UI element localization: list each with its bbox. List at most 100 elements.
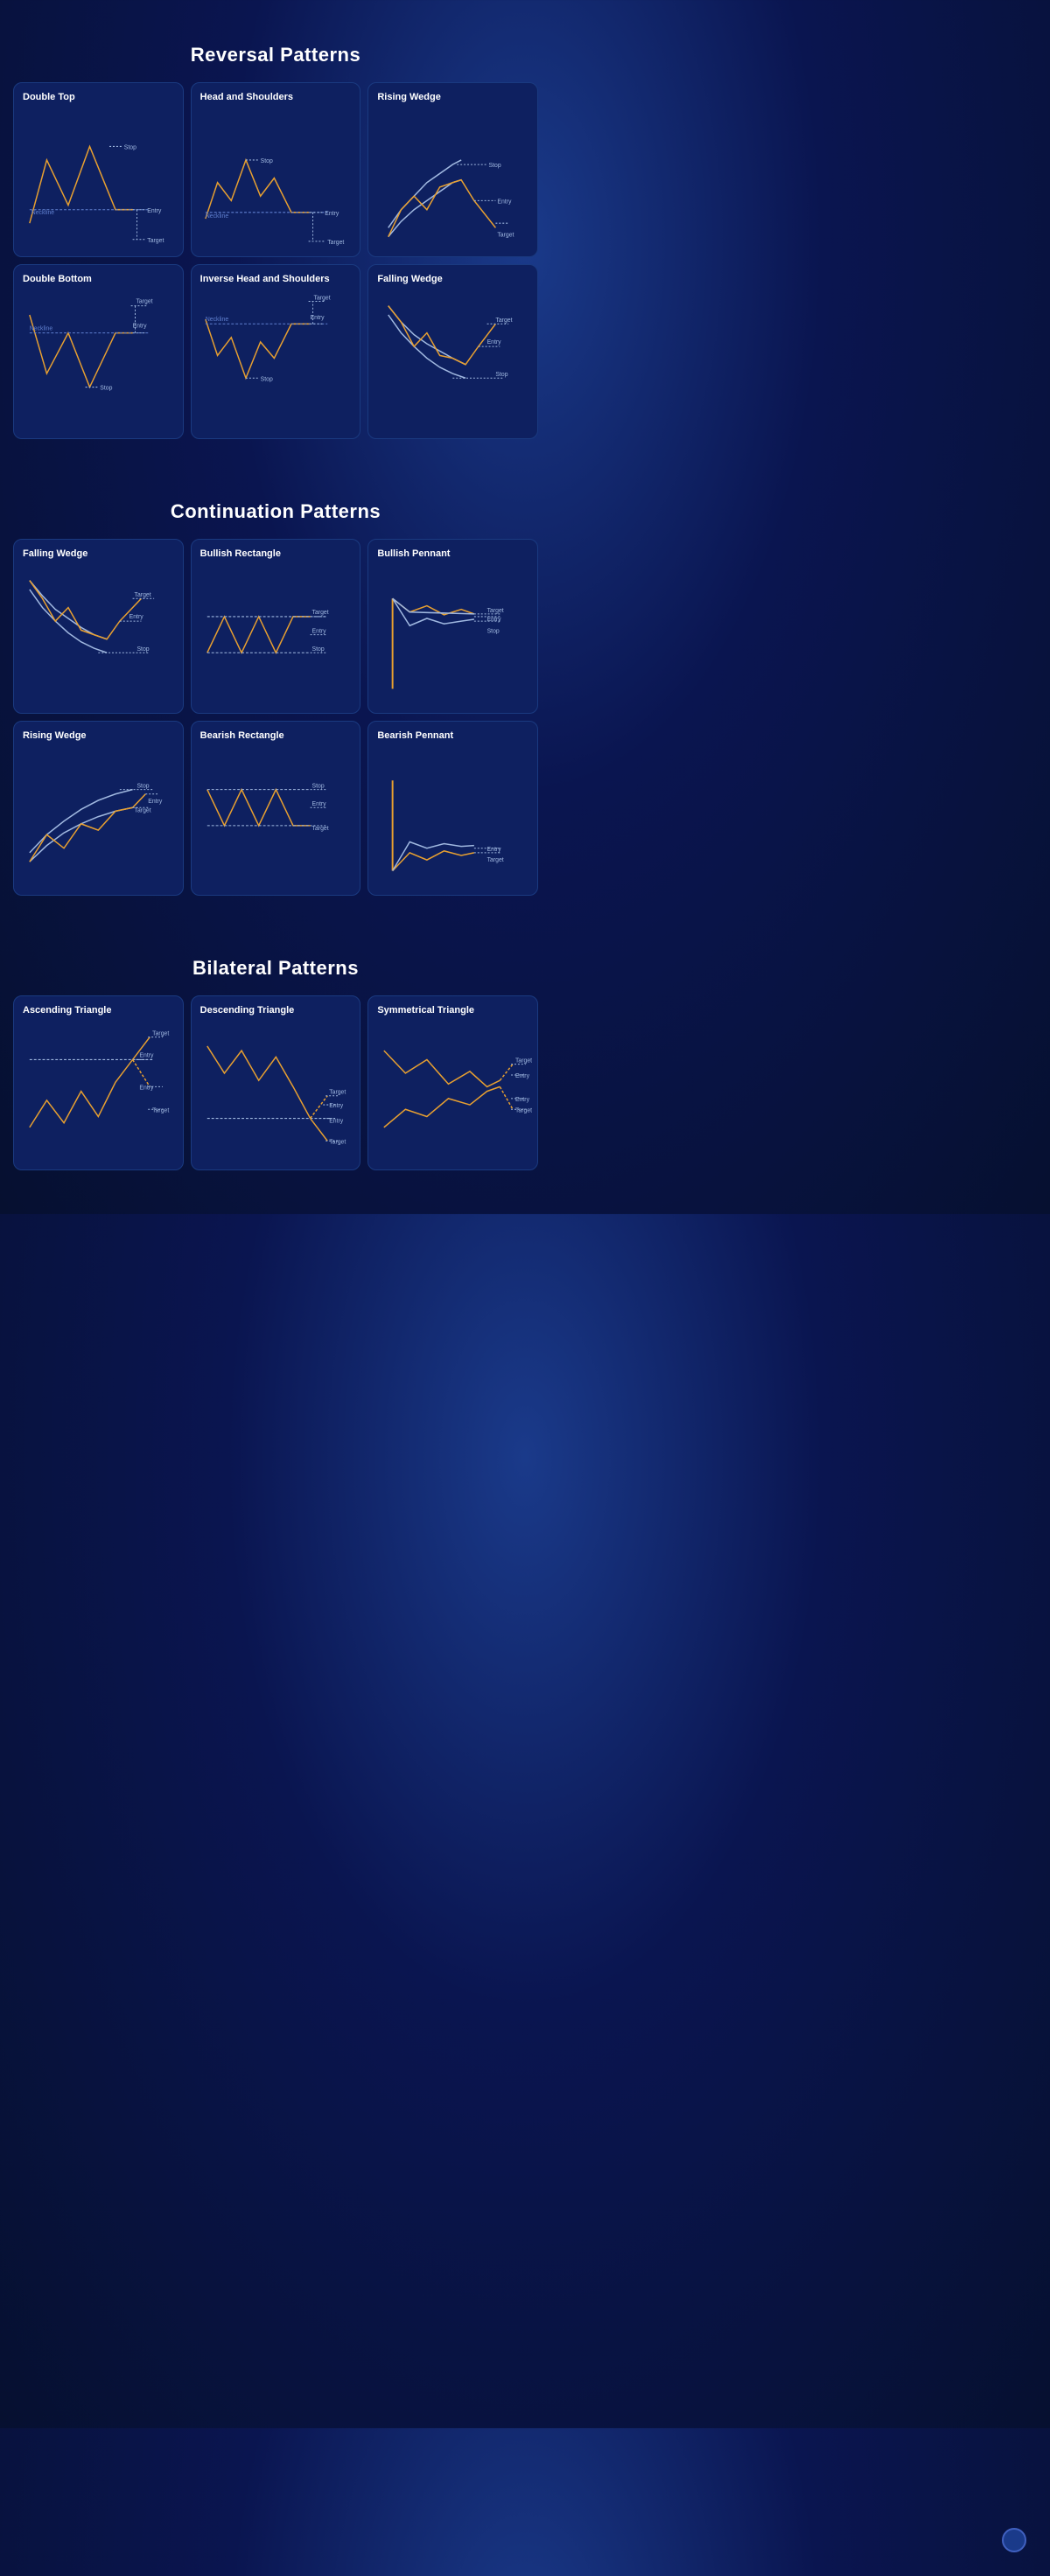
svg-text:Target: Target [136,298,153,304]
svg-text:Stop: Stop [100,386,112,392]
card-title-bearish-rectangle: Bearish Rectangle [199,730,354,741]
svg-text:Target: Target [313,295,330,301]
card-title-falling-wedge-rev: Falling Wedge [375,274,530,284]
card-title-symmetrical-triangle: Symmetrical Triangle [375,1005,530,1016]
svg-text:Entry: Entry [147,208,161,214]
pattern-card-bearish-rectangle: Bearish Rectangle Stop Entry Target [191,721,361,896]
svg-text:Target: Target [496,318,513,324]
svg-text:Target: Target [135,592,151,598]
svg-text:Neckline: Neckline [206,317,228,323]
svg-text:Entry: Entry [515,1073,529,1079]
svg-text:Entry: Entry [325,211,339,217]
pattern-card-double-top: Double Top Neckline Entry Stop Target [13,82,184,257]
svg-text:Target: Target [515,1107,532,1113]
svg-text:Target: Target [487,608,504,614]
card-title-descending-triangle: Descending Triangle [199,1005,354,1016]
svg-text:Neckline: Neckline [32,210,54,216]
pattern-card-rising-wedge-cont: Rising Wedge Stop Target Entry [13,721,184,896]
svg-text:Entry: Entry [130,614,144,620]
section-title-2: Bilateral Patterns [13,957,538,980]
svg-text:Entry: Entry [487,847,501,853]
pattern-card-head-shoulders: Head and Shoulders Neckline Stop Entry Targe… [191,82,361,257]
card-title-bullish-pennant: Bullish Pennant [375,548,530,559]
pattern-card-double-bottom: Double BottomNecklineEntryStopTarget [13,264,184,439]
pattern-grid-1: Falling WedgeStopEntryTargetBullish Rect… [13,539,538,896]
card-title-double-bottom: Double Bottom [21,274,176,284]
chart-area-double-bottom: NecklineEntryStopTarget [21,288,176,428]
svg-text:Stop: Stop [260,376,272,382]
pattern-card-falling-wedge-rev: Falling Wedge Stop Entry Target [368,264,538,439]
svg-text:Target: Target [329,1139,346,1145]
chart-area-descending-triangle: Target Entry Entry Target [199,1019,354,1159]
svg-text:Entry: Entry [329,1119,343,1125]
chart-area-bearish-pennant: Entry Target [375,744,530,884]
card-title-rising-wedge-cont: Rising Wedge [21,730,176,741]
svg-text:Entry: Entry [148,799,162,805]
chart-area-bullish-pennant: Target Entry Stop [375,562,530,702]
svg-text:Target: Target [147,238,164,244]
svg-text:Entry: Entry [515,1097,529,1103]
svg-text:Stop: Stop [312,783,324,789]
pattern-card-bullish-rectangle: Bullish Rectangle Target Entry Stop [191,539,361,714]
svg-text:Stop: Stop [136,783,149,789]
chart-area-double-top: Neckline Entry Stop Target [21,106,176,246]
svg-text:Target: Target [312,826,328,832]
chart-area-bearish-rectangle: Stop Entry Target [199,744,354,884]
svg-text:Entry: Entry [487,617,501,623]
svg-text:Stop: Stop [487,628,500,634]
svg-text:Entry: Entry [312,801,326,807]
svg-text:Neckline: Neckline [206,213,228,220]
pattern-card-rising-wedge-rev: Rising Wedge Stop Entry Target [368,82,538,257]
svg-text:Stop: Stop [496,372,508,378]
chart-area-inv-head-shoulders: NecklineStopEntryTarget [199,288,354,428]
svg-text:Entry: Entry [312,628,326,634]
pattern-card-falling-wedge-cont: Falling Wedge Stop Entry Target [13,539,184,714]
svg-text:Target: Target [135,807,151,813]
pattern-card-symmetrical-triangle: Symmetrical TriangleTargetEntryEntryTarg… [368,995,538,1170]
svg-text:Entry: Entry [329,1103,343,1109]
pattern-grid-2: Ascending TriangleTargetEntryEntryTarget… [13,995,538,1170]
pattern-card-bullish-pennant: Bullish Pennant Target Entry Stop [368,539,538,714]
chart-area-falling-wedge-rev: Stop Entry Target [375,288,530,428]
svg-text:Stop: Stop [124,144,136,150]
chart-area-rising-wedge-cont: Stop Target Entry [21,744,176,884]
card-title-bearish-pennant: Bearish Pennant [375,730,530,741]
svg-text:Target: Target [152,1030,169,1037]
svg-text:Entry: Entry [498,199,512,205]
svg-text:Target: Target [498,233,514,239]
pattern-grid-0: Double TopNecklineEntryStopTargetHead an… [13,82,538,439]
logo-icon [1002,2528,1026,2552]
svg-text:Target: Target [487,857,504,863]
chart-area-rising-wedge-rev: Stop Entry Target [375,106,530,246]
pattern-card-descending-triangle: Descending TriangleTargetEntryEntryTarge… [191,995,361,1170]
svg-text:Target: Target [327,240,344,246]
card-title-ascending-triangle: Ascending Triangle [21,1005,176,1016]
card-title-rising-wedge-rev: Rising Wedge [375,92,530,102]
svg-text:Entry: Entry [487,339,501,346]
chart-area-head-shoulders: Neckline Stop Entry Target [199,106,354,246]
pattern-card-bearish-pennant: Bearish Pennant Entry Target [368,721,538,896]
chart-area-ascending-triangle: Target Entry Entry Target [21,1019,176,1159]
svg-text:Target: Target [329,1090,346,1096]
svg-text:Stop: Stop [136,646,149,653]
card-title-bullish-rectangle: Bullish Rectangle [199,548,354,559]
chart-area-symmetrical-triangle: Target Entry Entry Target [375,1019,530,1159]
card-title-inv-head-shoulders: Inverse Head and Shoulders [199,274,354,284]
card-title-double-top: Double Top [21,92,176,102]
svg-text:Entry: Entry [139,1052,153,1058]
section-title-1: Continuation Patterns [13,500,538,523]
svg-text:Target: Target [312,610,328,616]
svg-text:Stop: Stop [260,158,272,164]
svg-text:Stop: Stop [312,646,324,653]
pattern-card-inv-head-shoulders: Inverse Head and ShouldersNecklineStopEn… [191,264,361,439]
chart-area-bullish-rectangle: Target Entry Stop [199,562,354,702]
svg-text:Entry: Entry [139,1085,153,1091]
card-title-head-shoulders: Head and Shoulders [199,92,354,102]
svg-text:Stop: Stop [489,163,501,169]
card-title-falling-wedge-cont: Falling Wedge [21,548,176,559]
svg-text:Neckline: Neckline [30,325,52,332]
chart-area-falling-wedge-cont: Stop Entry Target [21,562,176,702]
svg-text:Target: Target [515,1058,532,1064]
section-title-0: Reversal Patterns [13,44,538,66]
svg-text:Target: Target [152,1107,169,1113]
